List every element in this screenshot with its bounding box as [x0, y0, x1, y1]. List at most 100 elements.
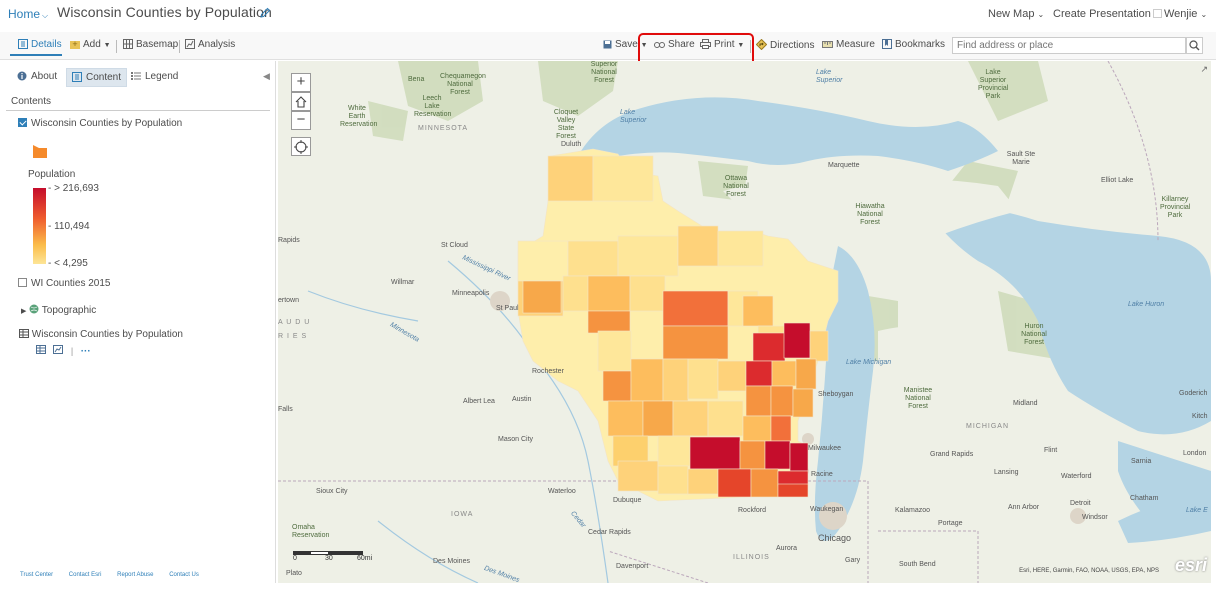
chevron-down-icon: ⌵: [42, 11, 49, 20]
map-label-city: Marquette: [828, 162, 860, 169]
map-label-city: Albert Lea: [463, 398, 495, 405]
map-label-city: Davenport: [616, 563, 649, 570]
zoom-in-button[interactable]: +: [291, 73, 311, 92]
legend-list-icon: [131, 71, 141, 84]
map-label-forest: Ottawa National Forest: [723, 175, 749, 198]
map-label-city: Mason City: [498, 436, 534, 443]
map-label-city: Minneapolis: [452, 290, 490, 297]
map-label-city: ertown: [278, 297, 300, 304]
content-list-icon: [72, 72, 82, 85]
esri-logo: esri: [1174, 555, 1207, 575]
expand-arrow-icon[interactable]: ▶: [21, 308, 26, 315]
table-icon: [19, 329, 29, 340]
map-label-minnesota: MINNESOTA: [418, 125, 469, 132]
save-disk-icon: [603, 40, 612, 52]
zoom-out-button[interactable]: −: [291, 111, 311, 130]
separator: [116, 40, 117, 53]
search-input[interactable]: [952, 37, 1186, 54]
table-layer-item[interactable]: Wisconsin Counties by Population: [19, 329, 183, 340]
map-label-city: Sault Ste Marie: [1006, 151, 1036, 166]
map-label-city: London: [1183, 450, 1207, 457]
legend-field-label: Population: [28, 169, 76, 180]
contact-esri-link[interactable]: Contact Esri: [69, 572, 102, 578]
tab-legend[interactable]: Legend: [126, 68, 183, 87]
map-label-city: Racine: [811, 471, 833, 478]
bookmarks-button[interactable]: Bookmarks: [882, 39, 945, 52]
legend-symbol-icon: [33, 145, 47, 158]
map-label-city: Willmar: [391, 279, 415, 286]
map-label-region: A U D U: [278, 319, 311, 326]
map-label-city: Midland: [1013, 400, 1038, 407]
side-panel: About Content Legend ◀ Contents Wisconsi…: [6, 61, 276, 583]
search-button[interactable]: [1186, 37, 1203, 54]
expand-map-icon[interactable]: ↗: [1200, 64, 1208, 75]
map-label-forest: Cloquet Valley State Forest: [553, 109, 579, 140]
map-label-city: Aurora: [776, 545, 798, 552]
map-label-park: Lake Superior Provincial Park: [978, 69, 1009, 100]
map-label-city: Windsor: [1082, 514, 1108, 521]
layer-checkbox[interactable]: [18, 278, 27, 287]
locate-button[interactable]: [291, 137, 311, 156]
legend-min: - < 4,295: [48, 258, 88, 269]
layer-item[interactable]: Wisconsin Counties by Population: [18, 118, 182, 129]
bookmark-icon: [882, 39, 892, 52]
analysis-icon: [185, 39, 195, 52]
user-menu[interactable]: Wenjie ⌄: [1153, 8, 1207, 20]
map-label-city: Gary: [845, 557, 861, 564]
map-label-city: Bena: [408, 76, 425, 83]
layer-item[interactable]: WI Counties 2015: [18, 278, 111, 289]
basemap-button[interactable]: Basemap: [123, 39, 178, 52]
map-label-illinois: ILLINOIS: [733, 554, 770, 561]
map-label-forest: Superior National Forest: [590, 61, 618, 84]
report-abuse-link[interactable]: Report Abuse: [117, 572, 153, 578]
edit-pencil-icon[interactable]: [258, 6, 272, 20]
measure-button[interactable]: Measure: [822, 39, 875, 52]
contact-us-link[interactable]: Contact Us: [169, 572, 199, 578]
tab-content[interactable]: Content: [66, 68, 128, 87]
tab-about[interactable]: About: [12, 68, 62, 87]
map-label-city: Grand Rapids: [930, 451, 974, 458]
map-label-lake: Lake Superior: [816, 69, 843, 84]
directions-button[interactable]: Directions: [755, 38, 814, 53]
map-label-lake-erie: Lake E: [1186, 507, 1208, 514]
home-extent-button[interactable]: [291, 92, 311, 111]
map-label-city: Falls: [278, 406, 293, 413]
analysis-button[interactable]: Analysis: [185, 39, 235, 52]
add-icon: +: [70, 39, 80, 52]
map-label-lake: Lake Superior: [620, 109, 647, 124]
layer-checkbox[interactable]: [18, 118, 27, 127]
map-label-city: St Cloud: [441, 242, 468, 249]
legend-mid: - 110,494: [48, 221, 90, 232]
map-label-lake-michigan: Lake Michigan: [846, 359, 892, 366]
more-options-icon[interactable]: ···: [81, 346, 91, 357]
map-label-city: Ann Arbor: [1008, 504, 1040, 511]
map-label-city: Lansing: [994, 469, 1019, 476]
separator: |: [70, 346, 74, 356]
map-view[interactable]: Lake Superior Lake Superior Lake Michigan …: [278, 61, 1211, 583]
map-label-forest: Manistee National Forest: [903, 387, 933, 410]
map-label-city: Goderich: [1179, 390, 1208, 397]
map-title: Wisconsin Counties by Population: [57, 4, 272, 20]
scale-label: 30: [325, 555, 333, 562]
trust-center-link[interactable]: Trust Center: [20, 572, 53, 578]
map-label-city: Sarnia: [1131, 458, 1152, 465]
new-map-menu[interactable]: New Map ⌄: [988, 8, 1044, 20]
layer-actions: | ···: [36, 341, 91, 359]
map-label-city: Waukegan: [810, 506, 844, 513]
collapse-panel-icon[interactable]: ◀: [263, 71, 270, 82]
divider: [6, 110, 270, 111]
create-presentation-link[interactable]: Create Presentation: [1053, 8, 1151, 20]
chevron-down-icon: ⌄: [1037, 10, 1045, 19]
scale-bar: 0 30 60mi: [293, 551, 383, 564]
basemap-grid-icon: [123, 39, 133, 52]
home-menu[interactable]: Home ⌵: [8, 7, 48, 21]
basemap-layer-item[interactable]: ▶ Topographic: [21, 304, 96, 316]
show-table-icon[interactable]: [36, 341, 46, 358]
search-icon: [1189, 40, 1200, 51]
scale-label: 60mi: [357, 555, 373, 562]
add-button[interactable]: + Add ▼: [70, 39, 111, 52]
analysis-icon[interactable]: [53, 341, 64, 358]
map-label-city: Rockford: [738, 507, 767, 514]
map-label-city: Portage: [938, 520, 963, 527]
map-label-city: Chicago: [818, 533, 852, 543]
